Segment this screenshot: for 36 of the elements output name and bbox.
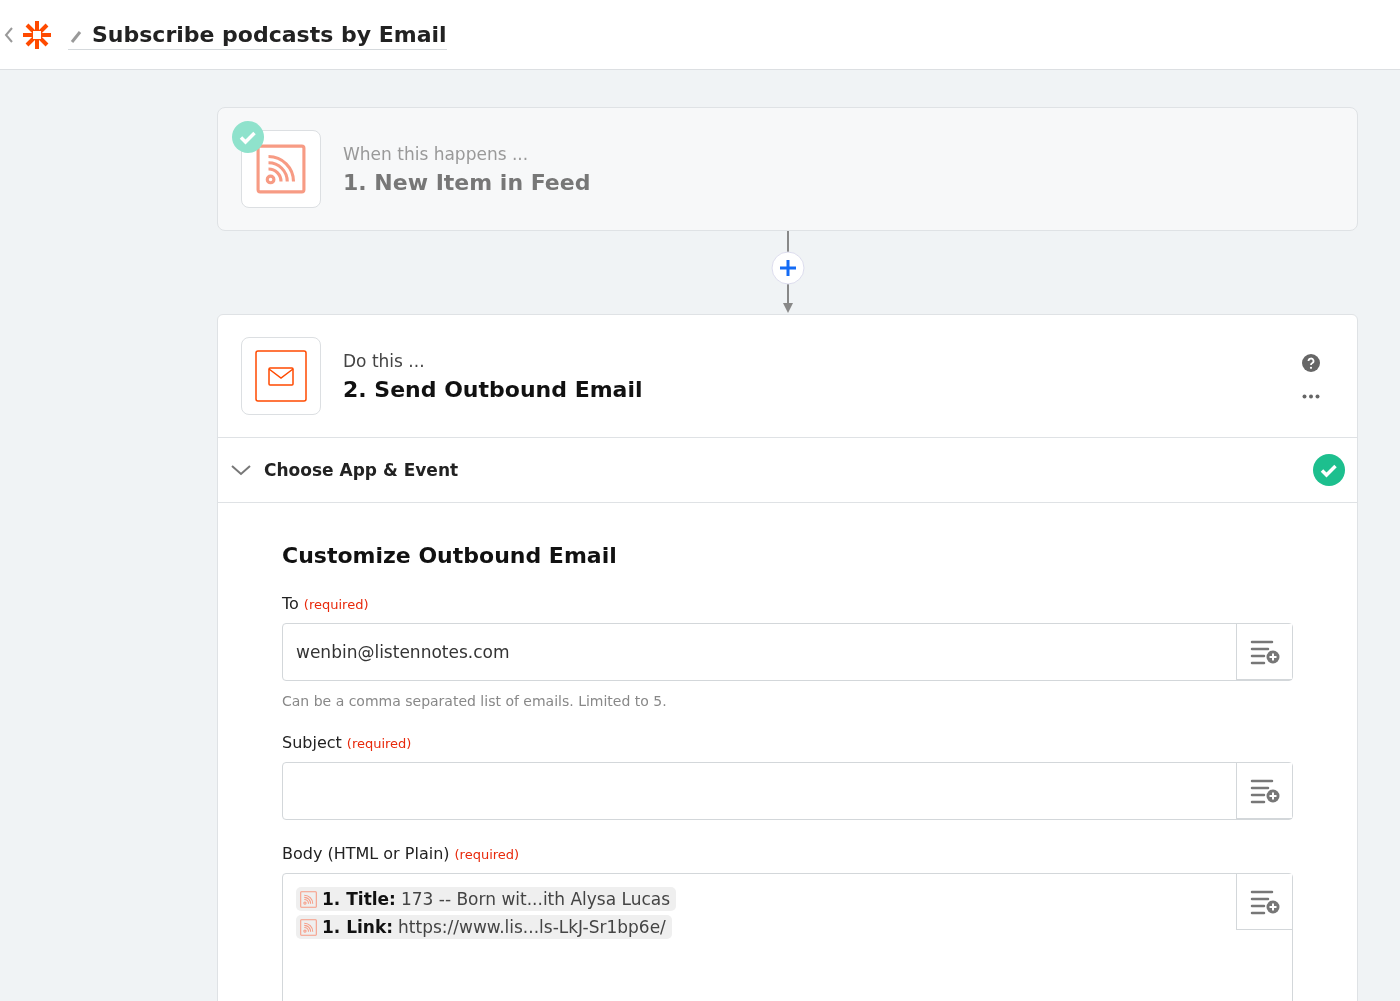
insert-data-button[interactable]	[1236, 624, 1292, 680]
rss-icon	[300, 918, 317, 936]
step-caption: When this happens ...	[343, 143, 530, 164]
add-step-connector-drawing[interactable]	[769, 231, 806, 314]
step-title: 2. Send Outbound Email	[343, 376, 644, 402]
input-field[interactable]	[282, 762, 1293, 820]
check-icon	[232, 121, 264, 153]
pencil-icon	[70, 29, 82, 44]
rss-icon	[256, 144, 306, 194]
zap-title[interactable]: Subscribe podcasts by Email	[68, 19, 447, 50]
more-icon[interactable]	[1302, 393, 1320, 399]
insert-data-icon	[1249, 888, 1280, 915]
data-pill[interactable]: 1. Title: 173 -- Born wit...ith Alysa Lucas	[296, 887, 677, 911]
chevron-down-icon	[230, 464, 252, 476]
insert-data-button[interactable]	[1236, 874, 1292, 930]
step-title: 1. New Item in Feed	[343, 169, 592, 195]
input-field[interactable]: 1. Title: 173 -- Born wit...ith Alysa Lucas 1. Link: https://www.lis...ls-LkJ-Sr1bp6e/	[282, 873, 1293, 1001]
step-card[interactable]: When this happens ... 1. New Item in Feed	[217, 107, 1358, 231]
insert-data-button[interactable]	[1236, 763, 1292, 819]
back-icon[interactable]	[4, 25, 14, 44]
input-field[interactable]: wenbin@listennotes.com	[282, 623, 1293, 681]
section-title: Choose App & Event	[264, 460, 460, 480]
field-label: To (required)	[282, 594, 370, 613]
help-icon[interactable]	[1302, 353, 1320, 372]
email-icon	[255, 350, 307, 402]
insert-data-icon	[1249, 777, 1280, 804]
rss-icon	[300, 890, 317, 908]
step-caption: Do this ...	[343, 350, 426, 371]
field-label: Body (HTML or Plain) (required)	[282, 844, 521, 863]
field-hint: Can be a comma separated list of emails. Limited to 5.	[282, 693, 668, 709]
insert-data-icon	[1249, 638, 1280, 665]
form-title: Customize Outbound Email	[282, 543, 618, 568]
asterisk-logo-icon[interactable]	[22, 19, 52, 50]
field-label: Subject (required)	[282, 733, 413, 752]
section-header[interactable]: Choose App & Event	[218, 437, 1357, 503]
data-pill[interactable]: 1. Link: https://www.lis...ls-LkJ-Sr1bp6e/	[296, 915, 672, 939]
